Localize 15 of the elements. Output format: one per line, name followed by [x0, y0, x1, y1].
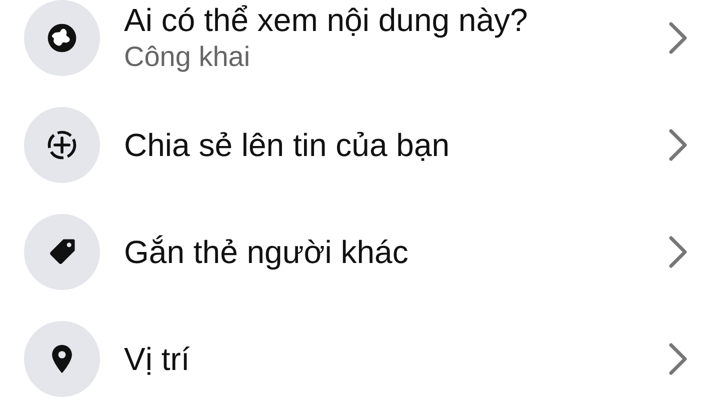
menu-item[interactable]: Ai có thể xem nội dung này? Công khai	[0, 0, 720, 76]
chevron-right-icon	[668, 342, 688, 376]
chevron-right-icon	[668, 21, 688, 55]
chevron-right-icon	[668, 128, 688, 162]
item-title: Ai có thể xem nội dung này?	[124, 1, 529, 39]
item-title: Chia sẻ lên tin của bạn	[124, 126, 451, 164]
menu-item[interactable]: Chia sẻ lên tin của bạn	[0, 107, 720, 183]
menu-item[interactable]: Gắn thẻ người khác	[0, 214, 720, 290]
item-title: Vị trí	[124, 340, 191, 378]
add-circle-icon	[45, 128, 79, 162]
globe-icon	[45, 21, 79, 55]
chevron-right-icon	[668, 235, 688, 269]
item-subtitle: Công khai	[124, 40, 252, 74]
item-title: Gắn thẻ người khác	[124, 233, 410, 271]
menu-item[interactable]: Vị trí	[0, 321, 720, 397]
